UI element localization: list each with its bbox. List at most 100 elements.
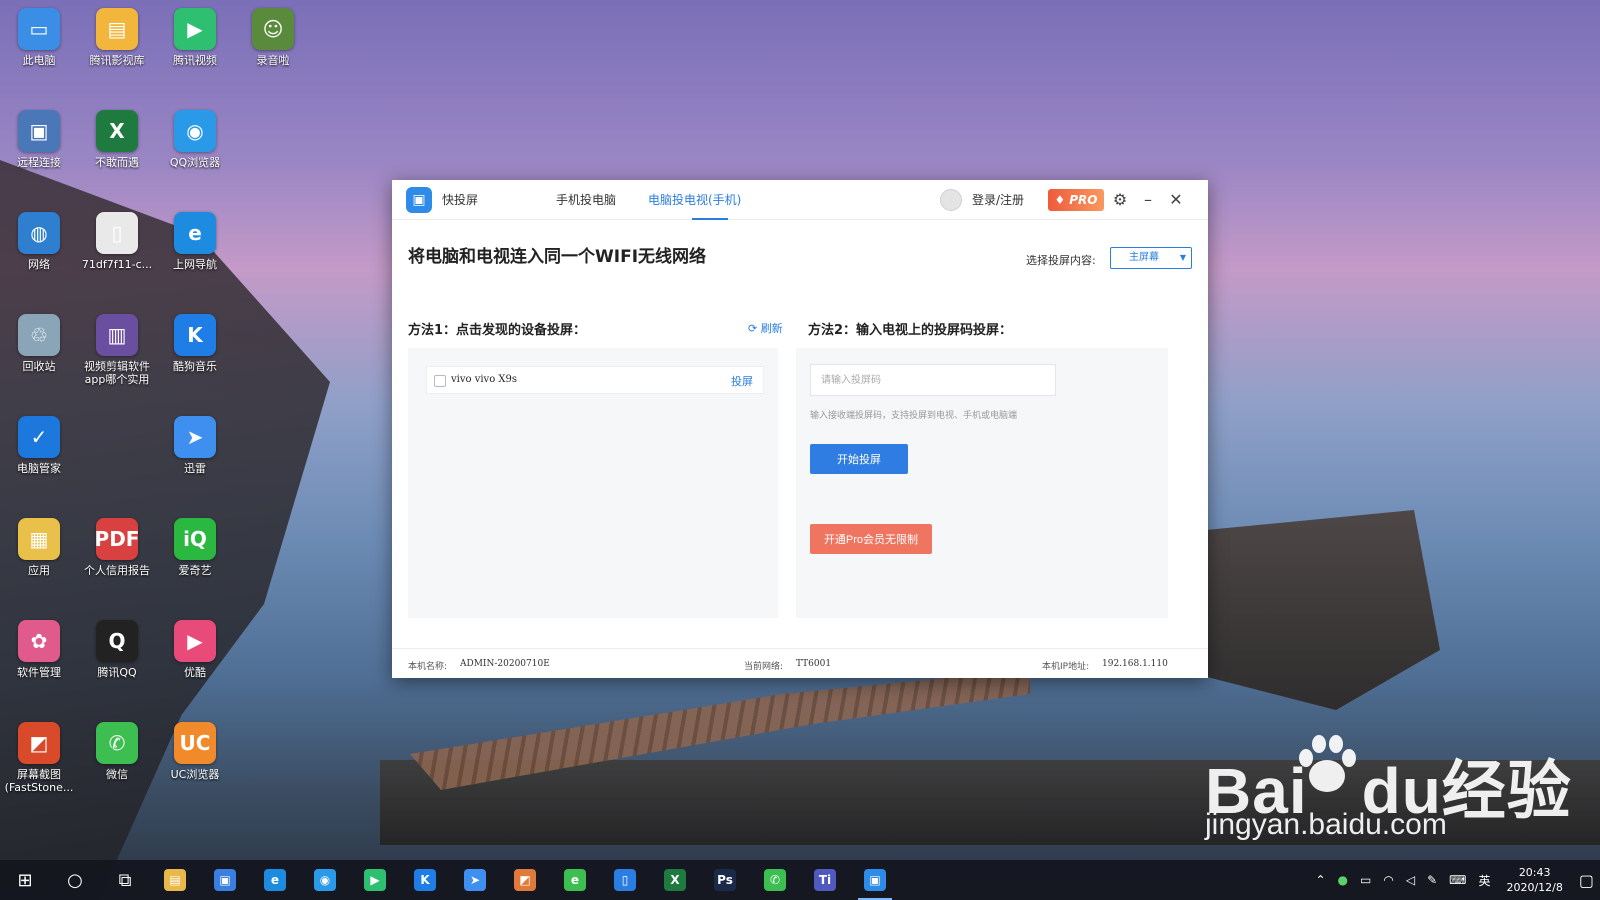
screen-content-select[interactable]: 主屏幕 ▼ [1110, 247, 1192, 269]
pro-badge-button[interactable]: ♦ PRO [1048, 189, 1104, 211]
taskbar-edge-button[interactable]: e [250, 860, 300, 900]
desktop-icon[interactable]: ◩ 屏幕截图(FastStone... [0, 722, 78, 794]
desktop-icon[interactable]: ✿ 软件管理 [0, 620, 78, 679]
search-button[interactable]: ○ [50, 860, 100, 900]
taskbar-screenshot-button[interactable]: ◩ [500, 860, 550, 900]
desktop-icon-label: 酷狗音乐 [173, 360, 217, 373]
desktop-icon[interactable]: ▶ 优酷 [156, 620, 234, 679]
ime-indicator[interactable]: 英 [1478, 872, 1490, 889]
task-view-icon: ⧉ [118, 869, 132, 891]
login-register-link[interactable]: 登录/注册 [972, 180, 1024, 220]
desktop-icon[interactable]: iQ 爱奇艺 [156, 518, 234, 577]
chevron-up-icon[interactable]: ⌃ [1315, 873, 1325, 887]
cast-code-panel: 输入接收端投屏码，支持投屏到电视、手机或电脑端 开始投屏 开通Pro会员无限制 [796, 348, 1168, 618]
taskbar-file-explorer-button[interactable]: ▤ [150, 860, 200, 900]
start-cast-button[interactable]: 开始投屏 [810, 444, 908, 474]
photoshop-icon: Ps [714, 869, 736, 891]
desktop-icon[interactable]: ▥ 视频剪辑软件app哪个实用 [78, 314, 156, 386]
cast-device-button[interactable]: 投屏 [731, 373, 753, 389]
host-label: 本机名称: [408, 662, 448, 672]
desktop-icon[interactable]: ▭ 此电脑 [0, 8, 78, 67]
desktop-icon[interactable]: e 上网导航 [156, 212, 234, 271]
taskbar-xunlei-button[interactable]: ➤ [450, 860, 500, 900]
desktop-icon[interactable]: ◉ QQ浏览器 [156, 110, 234, 169]
desktop-app-icon: PDF [95, 518, 139, 560]
clock[interactable]: 20:43 2020/12/8 [1506, 865, 1562, 895]
title-bar[interactable]: ▣ 快投屏 手机投电脑 电脑投电视(手机) 登录/注册 ♦ PRO ⚙ – ✕ [392, 180, 1208, 220]
desktop-app-icon: ♲ [18, 314, 60, 356]
desktop-app-icon: ◉ [174, 110, 216, 152]
taskbar-store-button[interactable]: ▣ [200, 860, 250, 900]
desktop-icon[interactable]: ▯ 71df7f11-c... [78, 212, 156, 271]
taskbar-tencent-video-button[interactable]: ▶ [350, 860, 400, 900]
close-icon[interactable]: ✕ [1166, 180, 1186, 220]
desktop-icon[interactable]: ▦ 应用 [0, 518, 78, 577]
desktop-icon-label: 应用 [28, 564, 50, 577]
battery-icon[interactable]: ▭ [1360, 873, 1371, 887]
desktop-icon[interactable]: ▶ 腾讯视频 [156, 8, 234, 67]
desktop-icon[interactable]: X 不敢而遇 [78, 110, 156, 169]
open-pro-button[interactable]: 开通Pro会员无限制 [810, 524, 932, 554]
store-icon: ▣ [214, 869, 236, 891]
desktop-icon[interactable]: K 酷狗音乐 [156, 314, 234, 373]
cast-code-input[interactable] [810, 364, 1056, 396]
desktop-icon-label: 不敢而遇 [95, 156, 139, 169]
baidu-paw-icon [1299, 735, 1356, 792]
desktop-app-icon: ▶ [174, 8, 216, 50]
volume-icon[interactable]: ◁ [1406, 873, 1415, 887]
desktop-icon[interactable]: ▤ 腾讯影视库 [78, 8, 156, 67]
taskbar-kugou-button[interactable]: K [400, 860, 450, 900]
desktop-app-icon: ✓ [18, 416, 60, 458]
tray-app-icon[interactable]: ● [1338, 873, 1348, 887]
tab-pc-to-tv[interactable]: 电脑投电视(手机) [648, 180, 741, 220]
desktop-icon-label: 视频剪辑软件app哪个实用 [84, 360, 150, 386]
avatar[interactable] [940, 189, 962, 211]
desktop-app-icon: Q [96, 620, 138, 662]
desktop-icon-label: 微信 [106, 768, 128, 781]
select-content-label: 选择投屏内容: [1026, 254, 1096, 267]
desktop-icon[interactable]: Q 腾讯QQ [78, 620, 156, 679]
refresh-button[interactable]: ⟳ 刷新 [748, 320, 783, 336]
settings-icon[interactable]: ⚙ [1110, 180, 1130, 220]
taskbar-wechat-button[interactable]: ✆ [750, 860, 800, 900]
taskbar-360-browser-button[interactable]: e [550, 860, 600, 900]
desktop-icon-label: 迅雷 [184, 462, 206, 475]
start-button[interactable]: ⊞ [0, 860, 50, 900]
device-list-item[interactable]: vivo vivo X9s 投屏 [426, 366, 764, 394]
ip-label: 本机IP地址: [1042, 662, 1090, 672]
desktop-icon[interactable]: ♲ 回收站 [0, 314, 78, 373]
desktop-app-icon: ✿ [18, 620, 60, 662]
desktop-app-icon: K [174, 314, 216, 356]
host-value: ADMIN-20200710E [460, 659, 550, 669]
tab-phone-to-pc[interactable]: 手机投电脑 [556, 180, 616, 220]
taskbar-teams-button[interactable]: Ti [800, 860, 850, 900]
desktop-icon[interactable]: ◍ 网络 [0, 212, 78, 271]
taskbar-phone-app-button[interactable]: ▯ [600, 860, 650, 900]
desktop-icon-label: 电脑管家 [17, 462, 61, 475]
desktop-icon[interactable]: UC UC浏览器 [156, 722, 234, 781]
screenshot-icon: ◩ [514, 869, 536, 891]
keyboard-icon[interactable]: ⌨ [1449, 873, 1466, 887]
desktop-app-icon: X [96, 110, 138, 152]
taskbar-excel-button[interactable]: X [650, 860, 700, 900]
task-view-button[interactable]: ⧉ [100, 860, 150, 900]
status-footer: 本机名称: ADMIN-20200710E 当前网络: TT6001 本机IP地… [392, 648, 1208, 678]
desktop-icon[interactable]: ✓ 电脑管家 [0, 416, 78, 475]
taskbar-photoshop-button[interactable]: Ps [700, 860, 750, 900]
desktop-icon[interactable]: ▣ 远程连接 [0, 110, 78, 169]
desktop-icon[interactable]: ➤ 迅雷 [156, 416, 234, 475]
notification-icon[interactable]: ▢ [1579, 871, 1594, 890]
taskbar-kuaitouping-button[interactable]: ▣ [850, 860, 900, 900]
pen-icon[interactable]: ✎ [1427, 873, 1437, 887]
desktop-icon[interactable]: ✆ 微信 [78, 722, 156, 781]
desktop-icon[interactable]: ☺ 录音啦 [234, 8, 312, 67]
wifi-icon[interactable]: ◠ [1383, 873, 1393, 887]
minimize-icon[interactable]: – [1138, 180, 1158, 220]
xunlei-icon: ➤ [464, 869, 486, 891]
desktop-icon[interactable]: PDF 个人信用报告 [78, 518, 156, 577]
device-checkbox[interactable] [434, 375, 446, 387]
taskbar-qq-browser-button[interactable]: ◉ [300, 860, 350, 900]
device-list-panel: vivo vivo X9s 投屏 [408, 348, 778, 618]
desktop-icon-label: 腾讯影视库 [89, 54, 145, 67]
windows-icon: ⊞ [17, 869, 33, 891]
